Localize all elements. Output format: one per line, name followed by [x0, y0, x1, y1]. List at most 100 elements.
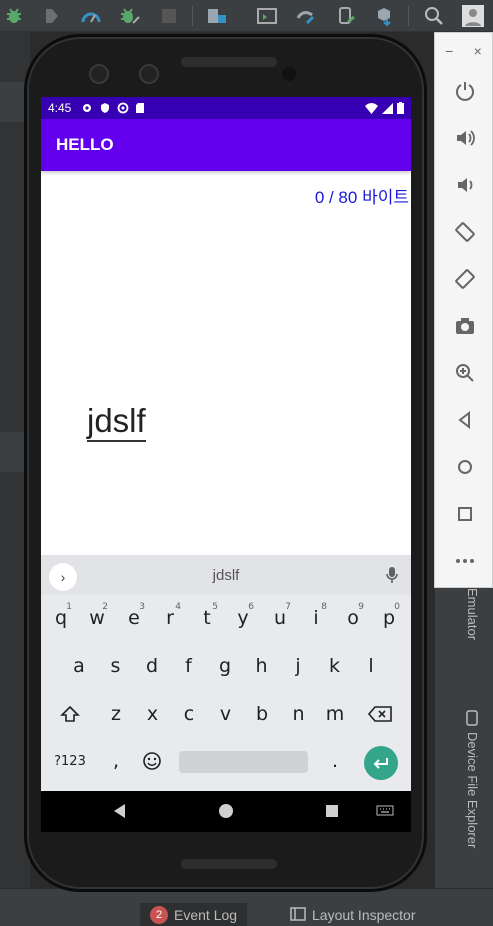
key-x[interactable]: x	[136, 694, 170, 734]
key-g[interactable]: g	[208, 646, 242, 686]
avd-manager-icon[interactable]	[334, 4, 358, 28]
sync-gradle-icon[interactable]	[294, 4, 318, 28]
key-i[interactable]: i8	[299, 598, 333, 638]
emulator-controls-panel: − ×	[434, 32, 493, 588]
camera-icon[interactable]	[452, 313, 478, 339]
key-h[interactable]: h	[245, 646, 279, 686]
event-log-label: Event Log	[174, 907, 238, 923]
tab-event-log[interactable]: 2 Event Log	[140, 903, 248, 926]
comma-key[interactable]: ,	[99, 741, 133, 781]
power-icon[interactable]	[452, 78, 478, 104]
proximity-sensor	[282, 67, 296, 81]
volume-down-icon[interactable]	[452, 172, 478, 198]
emoji-icon	[143, 752, 161, 770]
space-bar[interactable]	[179, 751, 308, 773]
more-icon[interactable]	[452, 548, 478, 574]
tab-emulator[interactable]: Emulator	[465, 588, 480, 640]
tab-device-file-explorer[interactable]: Device File Explorer	[465, 710, 480, 848]
suggestion-word[interactable]: jdslf	[41, 567, 411, 584]
key-w[interactable]: w2	[80, 598, 114, 638]
key-n[interactable]: n	[282, 694, 316, 734]
home-icon[interactable]	[452, 454, 478, 480]
nav-home-icon[interactable]	[216, 801, 236, 821]
key-v[interactable]: v	[209, 694, 243, 734]
project-structure-icon[interactable]	[205, 4, 229, 28]
emoji-key[interactable]	[135, 741, 169, 781]
overview-icon[interactable]	[452, 501, 478, 527]
key-number-hint: 4	[175, 602, 181, 612]
key-t[interactable]: t5	[190, 598, 224, 638]
status-bar: 4:45	[41, 97, 411, 119]
key-a[interactable]: a	[62, 646, 96, 686]
settings-icon	[83, 104, 92, 112]
sdk-manager-icon[interactable]	[372, 4, 396, 28]
attach-debugger-icon[interactable]	[40, 4, 64, 28]
phone-icon	[465, 710, 480, 726]
status-time: 4:45	[48, 101, 72, 115]
keyboard-switch-icon[interactable]	[375, 801, 395, 821]
ide-toolbar	[0, 0, 493, 32]
nav-back-icon[interactable]	[109, 801, 129, 821]
key-y[interactable]: y6	[226, 598, 260, 638]
key-j[interactable]: j	[281, 646, 315, 686]
key-f[interactable]: f	[172, 646, 206, 686]
key-label: y	[237, 607, 249, 629]
key-number-hint: 0	[394, 602, 400, 612]
key-p[interactable]: p0	[372, 598, 406, 638]
key-r[interactable]: r4	[153, 598, 187, 638]
layout-inspector-label: Layout Inspector	[312, 907, 416, 923]
key-o[interactable]: o9	[336, 598, 370, 638]
account-icon[interactable]	[461, 4, 485, 28]
status-notification-icons	[81, 102, 145, 114]
key-k[interactable]: k	[318, 646, 352, 686]
rotate-right-icon[interactable]	[452, 266, 478, 292]
rotate-left-icon[interactable]	[452, 219, 478, 245]
search-icon[interactable]	[422, 4, 446, 28]
minimize-icon[interactable]: −	[445, 43, 453, 59]
key-l[interactable]: l	[354, 646, 388, 686]
key-s[interactable]: s	[99, 646, 133, 686]
key-c[interactable]: c	[172, 694, 206, 734]
back-icon[interactable]	[452, 407, 478, 433]
battery-icon	[397, 102, 404, 114]
text-input[interactable]: jdslf	[87, 403, 146, 442]
sync-icon	[117, 102, 129, 114]
key-label: o	[347, 607, 359, 629]
soft-keyboard: › jdslf q1w2e3r4t5y6u7i8o9p0 asdfghjkl z…	[41, 555, 411, 791]
ide-bottom-toolbar: 2 Event Log Layout Inspector	[0, 888, 493, 926]
zoom-icon[interactable]	[452, 360, 478, 386]
earpiece-speaker	[181, 57, 277, 67]
delete-key[interactable]	[363, 694, 397, 734]
toolbar-divider-2	[408, 6, 409, 26]
enter-key[interactable]	[364, 746, 398, 780]
mic-icon[interactable]	[385, 566, 399, 589]
status-system-icons	[365, 102, 404, 114]
debug-icon[interactable]	[2, 4, 26, 28]
key-q[interactable]: q1	[44, 598, 78, 638]
key-z[interactable]: z	[99, 694, 133, 734]
tab-layout-inspector[interactable]: Layout Inspector	[280, 903, 426, 926]
symbols-key[interactable]: ?123	[49, 741, 91, 781]
key-u[interactable]: u7	[263, 598, 297, 638]
apply-changes-icon[interactable]	[118, 4, 142, 28]
signal-icon	[382, 102, 393, 114]
profiler-icon[interactable]	[79, 4, 103, 28]
key-number-hint: 5	[212, 602, 218, 612]
shift-key[interactable]	[53, 694, 87, 734]
close-icon[interactable]: ×	[474, 43, 482, 59]
run-console-icon[interactable]	[255, 4, 279, 28]
key-number-hint: 3	[139, 602, 145, 612]
wifi-icon	[365, 102, 378, 114]
volume-up-icon[interactable]	[452, 125, 478, 151]
key-m[interactable]: m	[318, 694, 352, 734]
front-camera	[89, 64, 109, 84]
emulator-tab-label: Emulator	[465, 588, 480, 641]
key-e[interactable]: e3	[117, 598, 151, 638]
toolbar-divider	[192, 6, 193, 26]
device-screen: 4:45 HELLO 0 / 80 바이트 jdslf › jdslf q 1 …	[41, 97, 411, 832]
period-key[interactable]: .	[318, 741, 352, 781]
stop-icon[interactable]	[157, 4, 181, 28]
key-b[interactable]: b	[245, 694, 279, 734]
nav-overview-icon[interactable]	[322, 801, 342, 821]
key-d[interactable]: d	[135, 646, 169, 686]
